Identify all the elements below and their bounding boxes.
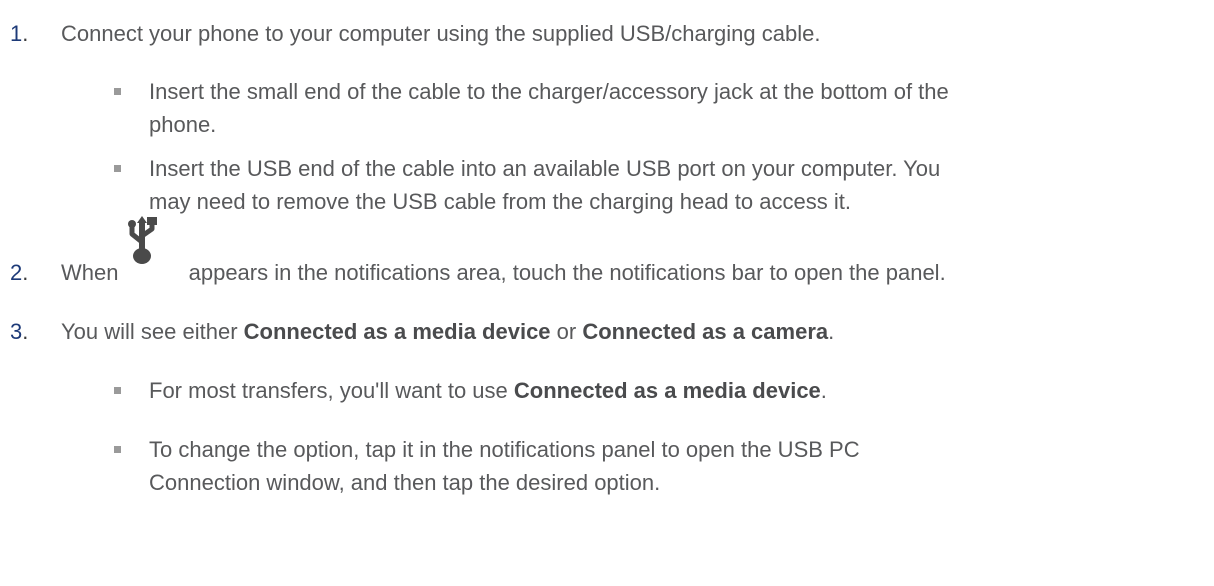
substep-text-before: For most transfers, you'll want to use: [149, 378, 514, 403]
step-3-text-after: .: [828, 319, 835, 344]
step-number-2: 2.: [10, 260, 29, 285]
substep-line: Connection window, and then tap the desi…: [149, 470, 661, 495]
step-3-text-before: You will see either: [61, 319, 244, 344]
step-3-substep-2: To change the option, tap it in the noti…: [149, 433, 1189, 499]
step-1-text: Connect your phone to your computer usin…: [61, 21, 821, 46]
usb-icon: [127, 216, 157, 264]
bullet: [114, 165, 121, 172]
step-number-3: 3.: [10, 319, 29, 344]
step-1-substep-1: Insert the small end of the cable to the…: [149, 75, 1189, 141]
step-1-substep-2: Insert the USB end of the cable into an …: [149, 152, 1189, 218]
bold-option-media: Connected as a media device: [243, 319, 551, 344]
substep-line: To change the option, tap it in the noti…: [149, 437, 860, 462]
step-2-text-before: When: [61, 260, 119, 285]
substep-line: Insert the USB end of the cable into an …: [149, 156, 941, 181]
step-2-text: When appears in the notifications area, …: [61, 216, 946, 289]
substep-line: Insert the small end of the cable to the…: [149, 79, 949, 104]
bullet: [114, 446, 121, 453]
step-3-substep-1: For most transfers, you'll want to use C…: [149, 374, 1189, 407]
substep-text-after: .: [820, 378, 827, 403]
step-number-1: 1.: [10, 21, 29, 46]
bold-option-media: Connected as a media device: [513, 378, 821, 403]
step-3-text: You will see either Connected as a media…: [61, 315, 834, 348]
substep-line: may need to remove the USB cable from th…: [149, 189, 851, 214]
bold-option-camera: Connected as a camera: [582, 319, 829, 344]
bullet: [114, 387, 121, 394]
substep-line: phone.: [149, 112, 217, 137]
step-3-text-mid: or: [550, 319, 583, 344]
step-2-text-after: appears in the notifications area, touch…: [188, 260, 946, 285]
bullet: [114, 88, 121, 95]
